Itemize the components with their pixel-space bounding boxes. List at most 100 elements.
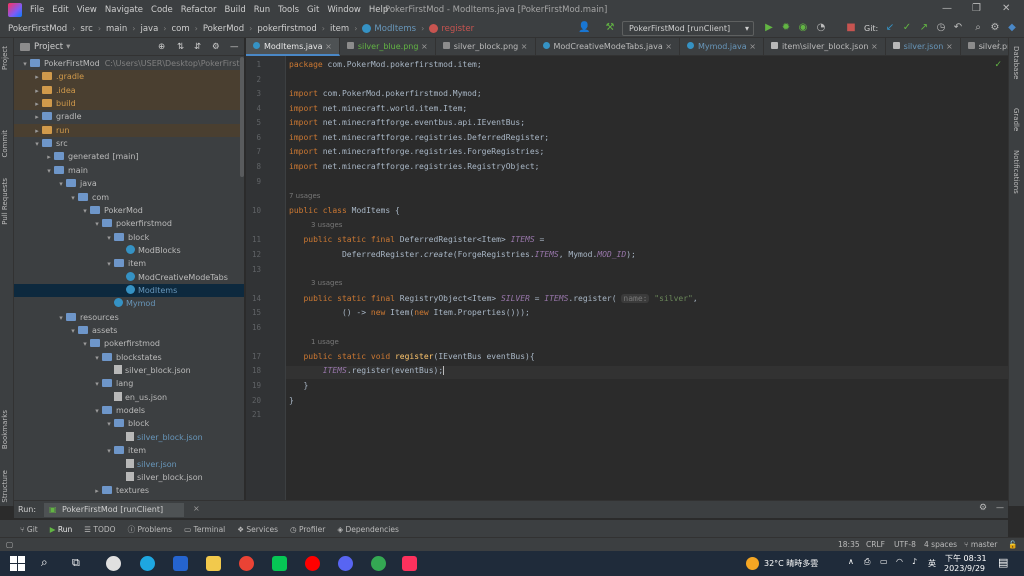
task-view-icon[interactable]: ⧉ bbox=[72, 556, 80, 570]
breadcrumb-pokerfirstmod[interactable]: pokerfirstmod bbox=[257, 24, 316, 34]
project-tree-item[interactable]: ModCreativeModeTabs bbox=[14, 271, 244, 284]
close-icon[interactable]: × bbox=[521, 42, 528, 51]
file-explorer-icon[interactable] bbox=[206, 556, 221, 571]
chevron-down-icon[interactable]: ▾ bbox=[104, 445, 114, 458]
menu-navigate[interactable]: Navigate bbox=[105, 5, 143, 15]
project-tree-item[interactable]: ▾ blockstates bbox=[14, 351, 244, 364]
code-editor[interactable]: package com.PokerMod.pokerfirstmod.item;… bbox=[286, 56, 1008, 500]
project-panel-title[interactable]: Project bbox=[34, 42, 63, 52]
line-app-icon[interactable] bbox=[272, 556, 287, 571]
chevron-right-icon[interactable]: ▸ bbox=[32, 111, 42, 124]
project-tree-item[interactable]: ▾ item bbox=[14, 444, 244, 457]
project-tree-item[interactable]: ▸ build bbox=[14, 97, 244, 111]
weather-icon[interactable] bbox=[746, 557, 759, 570]
project-tree-item[interactable]: ▾ assets bbox=[14, 324, 244, 337]
menu-view[interactable]: View bbox=[77, 5, 97, 15]
project-tree-item[interactable]: ▸ gradle bbox=[14, 110, 244, 123]
close-icon[interactable]: × bbox=[871, 42, 878, 51]
line-separator[interactable]: CRLF bbox=[866, 540, 885, 549]
project-tree-item[interactable]: silver_block.json bbox=[14, 431, 244, 444]
chevron-down-icon[interactable]: ▾ bbox=[56, 178, 66, 191]
breadcrumb-pokermod[interactable]: PokerMod bbox=[203, 24, 244, 34]
chevron-down-icon[interactable]: ▾ bbox=[32, 138, 42, 151]
project-tree-item[interactable]: ▾ PokerFirstMod C:\Users\USER\Desktop\Poke… bbox=[14, 57, 244, 70]
breadcrumb-moditems[interactable]: ModItems bbox=[374, 24, 416, 34]
network-icon[interactable]: ▭ bbox=[880, 557, 888, 566]
project-tree-item[interactable]: ▾ resources bbox=[14, 311, 244, 324]
tool-structure[interactable]: Structure bbox=[1, 470, 9, 503]
close-icon[interactable]: × bbox=[749, 42, 756, 51]
tool-todo[interactable]: ☰ TODO bbox=[84, 525, 115, 534]
project-tree-item[interactable]: silver.json bbox=[14, 458, 244, 471]
expand-all-icon[interactable]: ⇵ bbox=[194, 42, 201, 52]
chevron-down-icon[interactable]: ▾ bbox=[44, 165, 54, 178]
menu-build[interactable]: Build bbox=[224, 5, 245, 15]
youtube-icon[interactable] bbox=[305, 556, 320, 571]
locate-icon[interactable]: ⊕ bbox=[158, 42, 165, 52]
profile-icon[interactable]: ◔ bbox=[815, 22, 827, 34]
usages-hint[interactable]: 3 usages bbox=[311, 279, 342, 287]
tool-pull-requests[interactable]: Pull Requests bbox=[1, 178, 9, 225]
project-tree-item[interactable]: ModItems bbox=[14, 283, 244, 298]
intellij-app-icon[interactable] bbox=[402, 556, 417, 571]
project-tree-item[interactable]: ▸ generated [main] bbox=[14, 150, 244, 163]
run-icon[interactable]: ▶ bbox=[763, 22, 775, 34]
history-icon[interactable]: ◷ bbox=[935, 22, 947, 34]
project-tree-item[interactable]: silver_block.json bbox=[14, 364, 244, 377]
run-config-select[interactable]: PokerFirstMod [runClient] ▾ bbox=[622, 21, 754, 36]
lock-icon[interactable]: 🔓 bbox=[1008, 540, 1017, 549]
chevron-down-icon[interactable]: ▾ bbox=[104, 258, 114, 271]
git-push-icon[interactable]: ↗ bbox=[918, 22, 930, 34]
chevron-down-icon[interactable]: ▾ bbox=[68, 192, 78, 205]
clock-time[interactable]: 下午 08:31 bbox=[945, 553, 987, 564]
usages-hint[interactable]: 1 usage bbox=[311, 338, 339, 346]
tool-services[interactable]: ❖ Services bbox=[237, 525, 278, 534]
usages-hint[interactable]: 7 usages bbox=[289, 192, 320, 200]
stop-icon[interactable]: ■ bbox=[845, 22, 857, 34]
chevron-right-icon[interactable]: ▸ bbox=[32, 71, 42, 84]
chrome-icon[interactable] bbox=[371, 556, 386, 571]
weather-text[interactable]: 32°C 晴時多雲 bbox=[764, 558, 818, 569]
breadcrumb-java[interactable]: java bbox=[140, 24, 158, 34]
minimize-icon[interactable]: — bbox=[942, 3, 952, 14]
chevron-down-icon[interactable]: ▾ bbox=[92, 352, 102, 365]
close-icon[interactable]: × bbox=[193, 504, 200, 513]
tab-silver-blue-png[interactable]: silver_blue.png × bbox=[340, 38, 436, 56]
rollback-icon[interactable]: ↶ bbox=[952, 22, 964, 34]
tool-terminal[interactable]: ▭ Terminal bbox=[184, 525, 225, 534]
chevron-down-icon[interactable]: ▾ bbox=[92, 405, 102, 418]
chevron-up-icon[interactable]: ∧ bbox=[848, 557, 854, 566]
windows-start-icon[interactable] bbox=[10, 556, 25, 571]
chrome-icon[interactable] bbox=[239, 556, 254, 571]
menu-refactor[interactable]: Refactor bbox=[181, 5, 217, 15]
menu-file[interactable]: File bbox=[30, 5, 44, 15]
tray-icon[interactable]: ⎙ bbox=[864, 557, 870, 567]
breadcrumb-src[interactable]: src bbox=[80, 24, 92, 34]
project-tree-item[interactable]: Mymod bbox=[14, 297, 244, 310]
breadcrumb-project[interactable]: PokerFirstMod bbox=[8, 24, 67, 34]
project-tree-item[interactable]: ▾ pokerfirstmod bbox=[14, 217, 244, 230]
chevron-down-icon[interactable]: ▾ bbox=[66, 42, 70, 52]
tool-commit[interactable]: Commit bbox=[1, 130, 9, 158]
user-icon[interactable]: 👤 bbox=[578, 22, 590, 34]
close-icon[interactable]: × bbox=[665, 42, 672, 51]
caret-position[interactable]: 18:35 bbox=[838, 540, 860, 549]
project-tree-item[interactable]: ▾ com bbox=[14, 191, 244, 204]
menu-edit[interactable]: Edit bbox=[52, 5, 68, 15]
chevron-down-icon[interactable]: ▾ bbox=[92, 218, 102, 231]
tab-silver-block-png[interactable]: silver_block.png × bbox=[436, 38, 536, 56]
tool-problems[interactable]: ⓘ Problems bbox=[128, 524, 172, 535]
git-branch[interactable]: ⑂ master bbox=[964, 540, 997, 549]
project-tree-item[interactable]: ▾ src bbox=[14, 137, 244, 150]
breadcrumb-item[interactable]: item bbox=[330, 24, 349, 34]
menu-run[interactable]: Run bbox=[254, 5, 270, 15]
project-tree-item[interactable]: ▾ block bbox=[14, 231, 244, 244]
project-tree-item[interactable]: ▾ java bbox=[14, 177, 244, 190]
menu-code[interactable]: Code bbox=[151, 5, 173, 15]
tab-moditems-java[interactable]: ModItems.java × bbox=[246, 38, 340, 56]
project-tree-item[interactable]: ▸ textures bbox=[14, 484, 244, 497]
tool-git[interactable]: ⑂ Git bbox=[20, 525, 38, 534]
search-icon[interactable]: ⌕ bbox=[41, 555, 48, 570]
project-tree-item[interactable]: ▾ pokerfirstmod bbox=[14, 337, 244, 350]
project-tree-item[interactable]: ▾ item bbox=[14, 257, 244, 270]
